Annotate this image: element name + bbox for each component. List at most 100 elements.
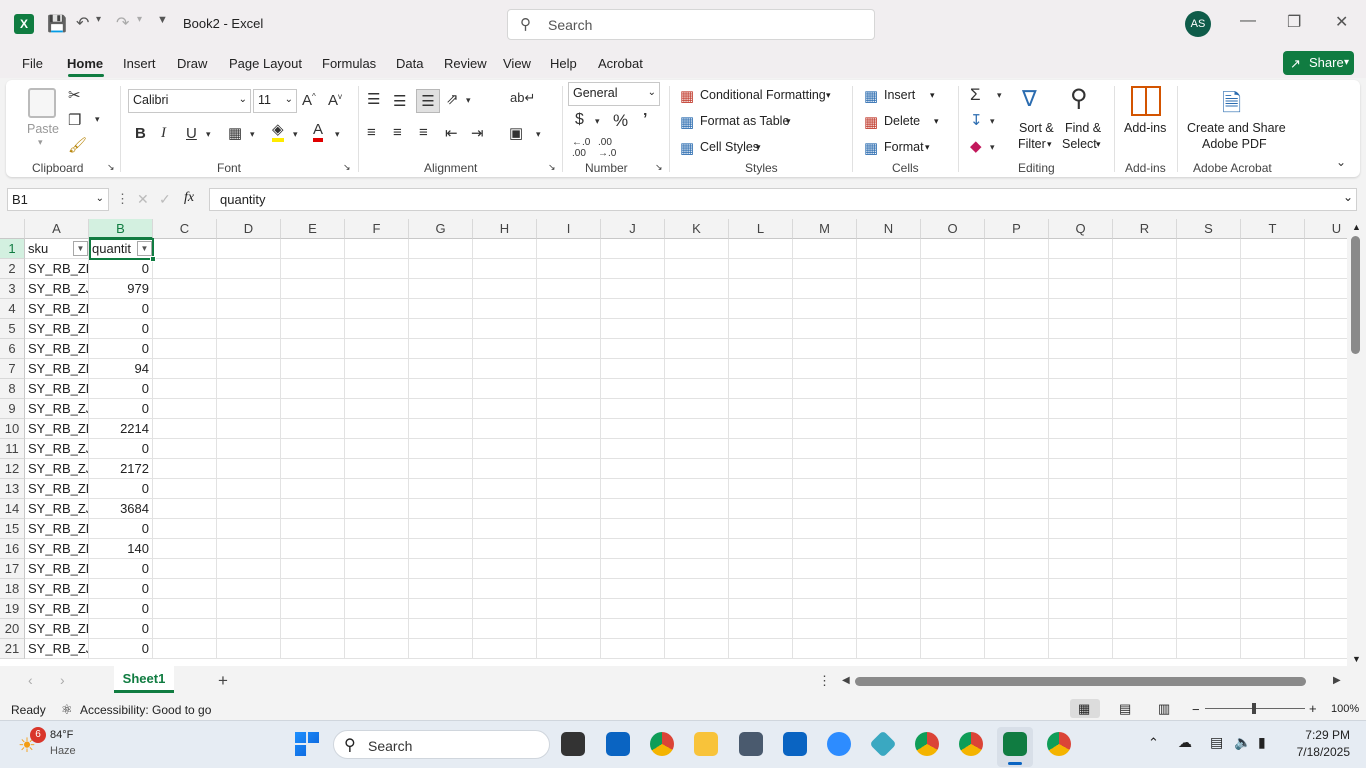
row-header[interactable]: 4 <box>0 299 25 319</box>
dialog-launcher-icon[interactable]: ↘ <box>655 162 663 173</box>
chevron-down-icon[interactable]: ▾ <box>925 142 930 153</box>
cell-empty[interactable] <box>217 599 281 619</box>
cell-empty[interactable] <box>281 539 345 559</box>
collapse-ribbon-icon[interactable]: ⌄ <box>1336 155 1346 169</box>
currency-dropdown-icon[interactable]: ▾ <box>595 116 600 127</box>
vertical-scrollbar[interactable]: ▲ ▼ <box>1347 219 1366 666</box>
cell-empty[interactable] <box>217 539 281 559</box>
cell-empty[interactable] <box>217 319 281 339</box>
cell-a[interactable]: SY_RB_ZLP <box>25 379 89 399</box>
row-header[interactable]: 20 <box>0 619 25 639</box>
cell-empty[interactable] <box>665 319 729 339</box>
align-right-icon[interactable]: ≡ <box>419 124 428 141</box>
cell-b[interactable]: 979 <box>89 279 153 299</box>
cell-empty[interactable] <box>985 419 1049 439</box>
italic-icon[interactable]: I <box>161 125 166 142</box>
decrease-decimal-icon[interactable]: .00 →.0 <box>598 137 616 159</box>
row-header[interactable]: 16 <box>0 539 25 559</box>
cell-empty[interactable] <box>921 499 985 519</box>
cell-empty[interactable] <box>153 359 217 379</box>
column-header-s[interactable]: S <box>1177 219 1241 239</box>
cell-b[interactable]: 2172 <box>89 459 153 479</box>
cell-empty[interactable] <box>345 239 409 259</box>
cell-b[interactable]: 0 <box>89 439 153 459</box>
cell-empty[interactable] <box>665 279 729 299</box>
cell-empty[interactable] <box>601 359 665 379</box>
cell-b[interactable]: 0 <box>89 639 153 659</box>
cell-empty[interactable] <box>345 359 409 379</box>
cell-empty[interactable] <box>601 619 665 639</box>
onedrive-icon[interactable]: ☁ <box>1178 734 1192 751</box>
column-header-b[interactable]: B <box>89 219 153 239</box>
cell-empty[interactable] <box>281 619 345 639</box>
cell-empty[interactable] <box>601 579 665 599</box>
cell-empty[interactable] <box>1305 579 1347 599</box>
cell-empty[interactable] <box>537 579 601 599</box>
cell-empty[interactable] <box>1241 579 1305 599</box>
cell-empty[interactable] <box>1113 579 1177 599</box>
cell-empty[interactable] <box>601 259 665 279</box>
cell-empty[interactable] <box>409 239 473 259</box>
cell-empty[interactable] <box>1177 619 1241 639</box>
column-header-n[interactable]: N <box>857 219 921 239</box>
cell-empty[interactable] <box>473 259 537 279</box>
cell-empty[interactable] <box>1305 639 1347 659</box>
increase-decimal-icon[interactable]: ←.0.00 <box>572 137 590 159</box>
cell-empty[interactable] <box>601 379 665 399</box>
font-color-dropdown-icon[interactable]: ▾ <box>335 129 340 140</box>
cell-b[interactable]: 0 <box>89 579 153 599</box>
tab-insert[interactable]: Insert <box>123 56 156 71</box>
cell-empty[interactable] <box>281 599 345 619</box>
cell-empty[interactable] <box>857 619 921 639</box>
cell-empty[interactable] <box>537 599 601 619</box>
cell-empty[interactable] <box>985 359 1049 379</box>
row-header[interactable]: 18 <box>0 579 25 599</box>
cell-empty[interactable] <box>601 239 665 259</box>
cell-empty[interactable] <box>217 639 281 659</box>
create-pdf-label-2[interactable]: Adobe PDF <box>1202 137 1267 151</box>
cell-empty[interactable] <box>921 299 985 319</box>
filter-button-sku[interactable]: ▼ <box>73 241 88 256</box>
cell-empty[interactable] <box>153 299 217 319</box>
cell-empty[interactable] <box>153 599 217 619</box>
cell-empty[interactable] <box>921 439 985 459</box>
cell-empty[interactable] <box>921 399 985 419</box>
row-header[interactable]: 15 <box>0 519 25 539</box>
cell-empty[interactable] <box>985 599 1049 619</box>
cell-a[interactable]: SY_RB_ZJZ <box>25 279 89 299</box>
cell-empty[interactable] <box>729 499 793 519</box>
orientation-icon[interactable]: ⇗ <box>446 90 459 108</box>
cell-empty[interactable] <box>665 459 729 479</box>
select-all-corner[interactable] <box>0 219 25 239</box>
next-sheet-icon[interactable]: › <box>60 672 65 688</box>
cell-b[interactable]: 0 <box>89 399 153 419</box>
cell-empty[interactable] <box>1241 359 1305 379</box>
cell-empty[interactable] <box>217 379 281 399</box>
battery-icon[interactable]: ▮ <box>1258 734 1266 751</box>
cell-empty[interactable] <box>1305 539 1347 559</box>
row-header[interactable]: 21 <box>0 639 25 659</box>
column-header-c[interactable]: C <box>153 219 217 239</box>
insert-cells-icon[interactable]: ▦ <box>864 87 878 105</box>
format-painter-icon[interactable]: 🖌 <box>68 136 87 154</box>
cell-empty[interactable] <box>857 359 921 379</box>
cell-empty[interactable] <box>537 259 601 279</box>
redo-dropdown-icon[interactable]: ▾ <box>137 14 142 25</box>
cell-empty[interactable] <box>1113 519 1177 539</box>
cell-empty[interactable] <box>793 559 857 579</box>
cell-empty[interactable] <box>729 359 793 379</box>
cell-empty[interactable] <box>1177 539 1241 559</box>
weather-temp[interactable]: 84°F <box>50 729 73 741</box>
tab-page-layout[interactable]: Page Layout <box>229 56 302 71</box>
cell-empty[interactable] <box>793 619 857 639</box>
avatar[interactable]: AS <box>1185 11 1211 37</box>
cell-empty[interactable] <box>473 419 537 439</box>
cell-empty[interactable] <box>921 559 985 579</box>
cell-empty[interactable] <box>857 459 921 479</box>
cell-empty[interactable] <box>985 639 1049 659</box>
cell-empty[interactable] <box>985 279 1049 299</box>
row-header[interactable]: 3 <box>0 279 25 299</box>
currency-icon[interactable]: $ <box>575 111 584 129</box>
cell-empty[interactable] <box>217 419 281 439</box>
align-top-icon[interactable]: ☰ <box>367 90 380 108</box>
